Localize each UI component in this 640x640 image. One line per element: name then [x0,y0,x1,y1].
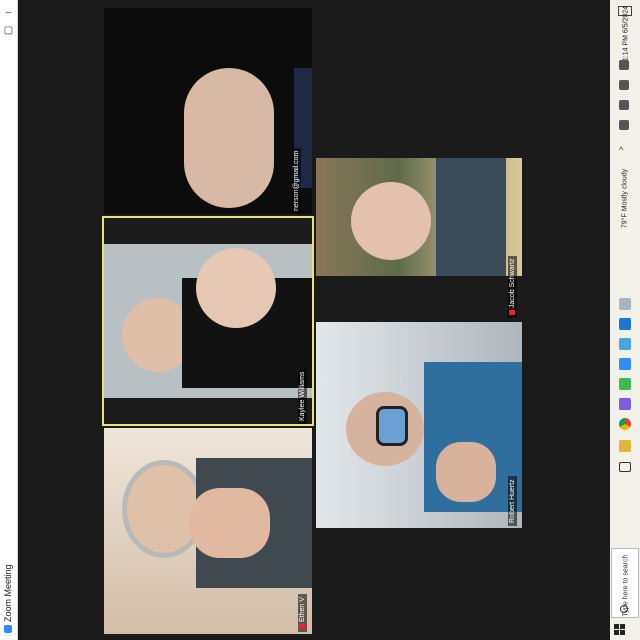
chrome-icon[interactable] [619,418,631,430]
weather-text: 79°F Mostly cloudy [621,168,629,229]
windows-logo-pane [620,624,625,629]
zoom-logo-icon [4,625,12,633]
mic-muted-icon [299,624,306,629]
participant-tile-3[interactable]: Ethen V [104,428,312,634]
windows-logo-pane [614,630,619,635]
windows-logo-icon [614,624,619,629]
participant-face [351,182,431,260]
clock-date: 6/5/2024 [622,5,630,34]
participant-video [184,68,274,208]
start-button[interactable] [614,624,626,636]
zoom-icon[interactable] [619,318,631,330]
participant-name-label: Jacob Schwartz [508,255,517,318]
search-icon [620,605,628,613]
minimize-button[interactable]: – [2,6,15,19]
participant-name-label: Kaylee Williams [298,368,307,424]
volume-icon[interactable] [619,80,629,90]
shirt [436,158,506,276]
network-icon[interactable] [619,100,629,110]
name-text: Ethen V [299,597,306,622]
explorer-icon[interactable] [619,440,631,452]
name-text: Robert Huertz [509,479,516,523]
store-icon[interactable] [619,378,631,390]
name-text: Kaylee Williams [299,371,306,421]
name-text: Jacob Schwartz [509,258,516,308]
window-titlebar: – ▢ Zoom Meeting [0,0,18,640]
windows-logo-pane [620,630,625,635]
participant-tile-5[interactable]: Robert Huertz [316,322,522,528]
name-text: nerson@gmail.com [293,150,300,211]
participant-tile-2[interactable]: Kaylee Williams [102,216,314,426]
participant-tile-1[interactable]: nerson@gmail.com [104,8,312,214]
edge-icon[interactable] [619,338,631,350]
window-title-text: Zoom Meeting [3,564,13,622]
video-gallery: nerson@gmail.com Jacob Schwartz Kaylee W… [18,0,610,640]
weather-widget[interactable]: 79°F Mostly cloudy [622,156,629,242]
app-icon[interactable] [619,298,631,310]
glasses [376,406,408,446]
mic-muted-icon [509,310,516,315]
task-view-icon[interactable] [619,462,631,472]
clock-time: 1:14 PM [622,35,630,62]
hand [196,248,276,328]
hand [190,488,270,558]
maximize-button[interactable]: ▢ [2,24,15,37]
participant-name-label: Robert Huertz [508,476,517,526]
taskbar-search-box[interactable]: Type here to search [611,548,639,618]
participant-name-label: Ethen V [298,594,307,632]
window-title: Zoom Meeting [1,561,15,633]
language-icon[interactable] [619,60,629,70]
folder-icon[interactable] [619,398,631,410]
teams-icon[interactable] [619,358,631,370]
hand [436,442,496,502]
participant-tile-4[interactable]: Jacob Schwartz [316,112,522,320]
battery-icon[interactable] [619,120,629,130]
participant-name-label: nerson@gmail.com [292,147,301,214]
